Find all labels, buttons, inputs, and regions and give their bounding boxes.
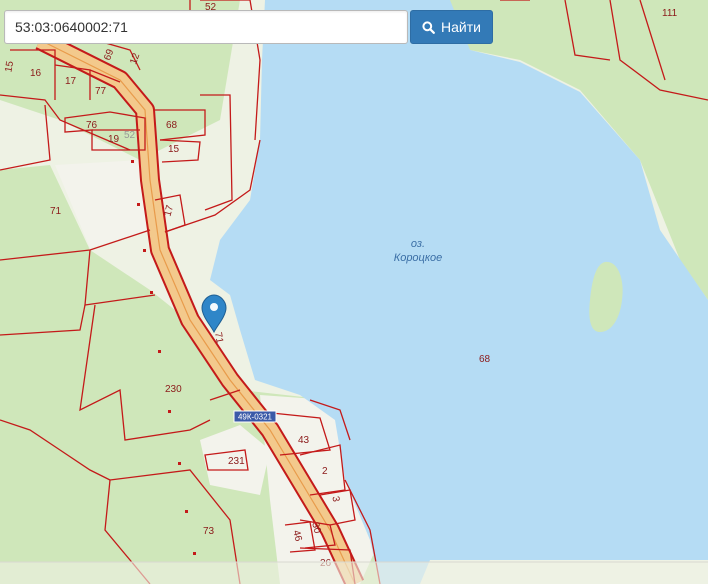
parcel-label: 52 <box>124 130 136 141</box>
road-shield: 49К-0321 <box>233 410 277 423</box>
search-input[interactable] <box>4 10 408 44</box>
parcel-label: 17 <box>65 76 77 87</box>
parcel-label: 2 <box>322 466 328 477</box>
search-box <box>4 10 408 44</box>
lake-label-prefix: оз. <box>411 238 425 250</box>
parcel-label: 68 <box>166 120 178 131</box>
search-button-label: Найти <box>441 19 481 35</box>
road-shield-label: 49К-0321 <box>238 413 273 422</box>
map-canvas[interactable]: 52 111 15 16 17 77 69 12 76 19 52 68 15 … <box>0 0 708 584</box>
parcel-label: 43 <box>298 435 310 446</box>
parcel-label: 71 <box>50 206 62 217</box>
search-icon <box>422 20 435 34</box>
parcel-label: 15 <box>168 144 180 155</box>
parcel-label: 19 <box>108 134 120 145</box>
parcel-label: 68 <box>479 354 491 365</box>
parcel-label: 111 <box>662 8 678 19</box>
parcel-label: 77 <box>95 86 107 97</box>
parcel-label: 16 <box>30 68 42 79</box>
search-button[interactable]: Найти <box>410 10 493 44</box>
parcel-label: 73 <box>203 526 215 537</box>
bottom-strip <box>0 562 708 584</box>
parcel-label: 231 <box>228 456 245 467</box>
parcel-label: 230 <box>165 384 182 395</box>
lake-label-name: Короцкое <box>394 252 443 264</box>
parcel-label: 76 <box>86 120 98 131</box>
